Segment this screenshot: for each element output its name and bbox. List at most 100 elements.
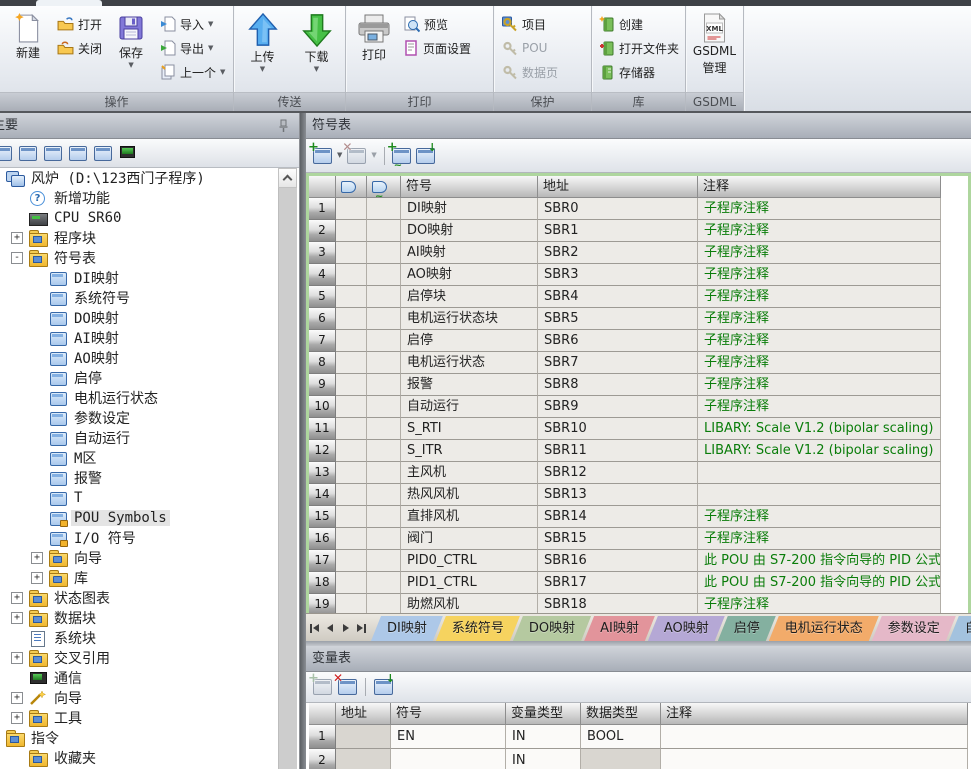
sheet-tab-param-setting[interactable]: 参数设定 — [872, 616, 956, 641]
tree-item-auto-run[interactable]: 自动运行 — [0, 428, 278, 448]
address-cell[interactable]: SBR2 — [538, 242, 698, 264]
first-tab-button[interactable] — [307, 618, 321, 638]
address-cell[interactable]: SBR0 — [538, 198, 698, 220]
comment-cell[interactable]: 子程序注释 — [698, 308, 941, 330]
upload-button[interactable]: 上传 ▼ — [242, 9, 284, 73]
comment-cell[interactable]: 子程序注释 — [698, 396, 941, 418]
symbol-table-view-icon[interactable] — [19, 146, 37, 161]
tree-item-symbol-table[interactable]: 符号表 — [0, 248, 278, 268]
comment-cell[interactable] — [661, 725, 968, 749]
comment-cell[interactable]: 子程序注释 — [698, 242, 941, 264]
tree-item-di-map[interactable]: DI映射 — [0, 268, 278, 288]
expand-icon[interactable] — [11, 712, 23, 724]
communication-view-icon[interactable] — [119, 146, 137, 161]
print-button[interactable]: 打印 — [350, 9, 398, 63]
symbol-cell[interactable]: 主风机 — [401, 462, 538, 484]
data-type-column-header[interactable]: 数据类型 — [581, 703, 661, 725]
tree-item-pou-symbols[interactable]: POU Symbols — [0, 508, 278, 528]
sheet-tab-di-map[interactable]: DI映射 — [371, 616, 443, 641]
symbol-cell[interactable]: 电机运行状态 — [401, 352, 538, 374]
protect-project-button[interactable]: 项目 — [498, 13, 561, 35]
tree-item-tools[interactable]: 工具 — [0, 708, 278, 728]
comment-cell[interactable]: LIBARY: Scale V1.2 (bipolar scaling) — [698, 418, 941, 440]
comment-cell[interactable]: 此 POU 由 S7-200 指令向导的 PID 公式创... — [698, 550, 941, 572]
tree-item-alarm[interactable]: 报警 — [0, 468, 278, 488]
var-type-column-header[interactable]: 变量类型 — [506, 703, 581, 725]
symbol-cell[interactable]: 阀门 — [401, 528, 538, 550]
symbol-cell[interactable]: 热风风机 — [401, 484, 538, 506]
address-column-header[interactable]: 地址 — [538, 176, 698, 198]
gsdml-manage-button[interactable]: XML GSDML 管理 — [690, 9, 739, 76]
symbol-column-header[interactable]: 符号 — [391, 703, 506, 725]
comment-cell[interactable]: 子程序注释 — [698, 374, 941, 396]
address-cell[interactable]: SBR6 — [538, 330, 698, 352]
symbol-cell[interactable]: S_RTI — [401, 418, 538, 440]
expand-icon[interactable] — [11, 232, 23, 244]
tree-item-ai-map[interactable]: AI映射 — [0, 328, 278, 348]
tree-item-cpu[interactable]: CPU SR60 — [0, 208, 278, 228]
tree-scroll-up-button[interactable] — [278, 168, 297, 188]
tree-item-wizard[interactable]: 向导 — [0, 688, 278, 708]
expand-icon[interactable] — [31, 572, 43, 584]
tree-item-cross-reference[interactable]: 交叉引用 — [0, 648, 278, 668]
protect-pou-button[interactable]: POU — [498, 37, 561, 59]
symbol-cell[interactable]: 启停 — [401, 330, 538, 352]
comment-cell[interactable]: LIBARY: Scale V1.2 (bipolar scaling) — [698, 440, 941, 462]
comment-cell[interactable]: 子程序注释 — [698, 506, 941, 528]
address-cell[interactable]: SBR17 — [538, 572, 698, 594]
comment-cell[interactable]: 子程序注释 — [698, 330, 941, 352]
sheet-tab-do-map[interactable]: DO映射 — [513, 616, 591, 641]
symbol-flag-column-header[interactable] — [336, 176, 367, 198]
tree-item-whats-new[interactable]: 新增功能 — [0, 188, 278, 208]
tree-item-t[interactable]: T — [0, 488, 278, 508]
library-create-button[interactable]: 创建 — [596, 13, 682, 35]
save-button[interactable]: 保存 ▼ — [107, 9, 155, 69]
tree-item-start-stop[interactable]: 启停 — [0, 368, 278, 388]
symbol-cell[interactable]: 启停块 — [401, 286, 538, 308]
apply-sort-icon[interactable]: ↓ — [416, 148, 435, 164]
tree-item-program-block[interactable]: 程序块 — [0, 228, 278, 248]
pin-icon[interactable] — [277, 119, 289, 133]
tree-item-communication[interactable]: 通信 — [0, 668, 278, 688]
comment-column-header[interactable]: 注释 — [661, 703, 968, 725]
expand-icon[interactable] — [11, 652, 23, 664]
symbol-cell[interactable]: PID1_CTRL — [401, 572, 538, 594]
download-button[interactable]: 下载 ▼ — [296, 9, 338, 73]
upload-dropdown-arrow[interactable]: ▼ — [260, 66, 265, 73]
expand-icon[interactable] — [11, 612, 23, 624]
download-dropdown-arrow[interactable]: ▼ — [314, 66, 319, 73]
tree-item-do-map[interactable]: DO映射 — [0, 308, 278, 328]
sheet-tab-motor-status[interactable]: 电机运行状态 — [769, 616, 879, 641]
symbol-cell[interactable]: 自动运行 — [401, 396, 538, 418]
tree-item-instructions[interactable]: 指令 — [0, 728, 278, 748]
open-button[interactable]: 打开 — [54, 13, 105, 35]
page-setup-button[interactable]: 页面设置 — [400, 37, 474, 59]
comment-cell[interactable]: 子程序注释 — [698, 594, 941, 613]
comment-cell[interactable] — [698, 484, 941, 506]
address-cell[interactable] — [336, 749, 391, 769]
next-tab-button[interactable] — [339, 618, 353, 638]
comment-cell[interactable]: 子程序注释 — [698, 286, 941, 308]
var-type-cell[interactable]: IN — [506, 749, 581, 769]
symbol-cell[interactable]: 报警 — [401, 374, 538, 396]
delete-table-icon[interactable]: ✕ — [347, 148, 366, 164]
sheet-tab-start-stop[interactable]: 启停 — [718, 616, 776, 641]
sheet-tab-ai-map[interactable]: AI映射 — [584, 616, 655, 641]
tree-item-param-setting[interactable]: 参数设定 — [0, 408, 278, 428]
tree-item-status-chart[interactable]: 状态图表 — [0, 588, 278, 608]
comment-cell[interactable] — [661, 749, 968, 769]
symbol-cell[interactable]: EN — [391, 725, 506, 749]
address-cell[interactable]: SBR7 — [538, 352, 698, 374]
symbol-cell[interactable]: DI映射 — [401, 198, 538, 220]
insert-table-icon[interactable]: + — [313, 148, 332, 164]
symbol-cell[interactable]: AO映射 — [401, 264, 538, 286]
expand-icon[interactable] — [11, 592, 23, 604]
sheet-tab-system-symbols[interactable]: 系统符号 — [436, 616, 520, 641]
export-button[interactable]: 导出▼ — [157, 37, 228, 59]
data-type-cell[interactable]: BOOL — [581, 725, 661, 749]
prev-tab-button[interactable] — [323, 618, 337, 638]
overlap-flag-column-header[interactable] — [367, 176, 401, 198]
tree-item-favorites[interactable]: 收藏夹 — [0, 748, 278, 768]
import-button[interactable]: 导入▼ — [157, 13, 228, 35]
tree-scrollbar[interactable] — [278, 168, 297, 769]
